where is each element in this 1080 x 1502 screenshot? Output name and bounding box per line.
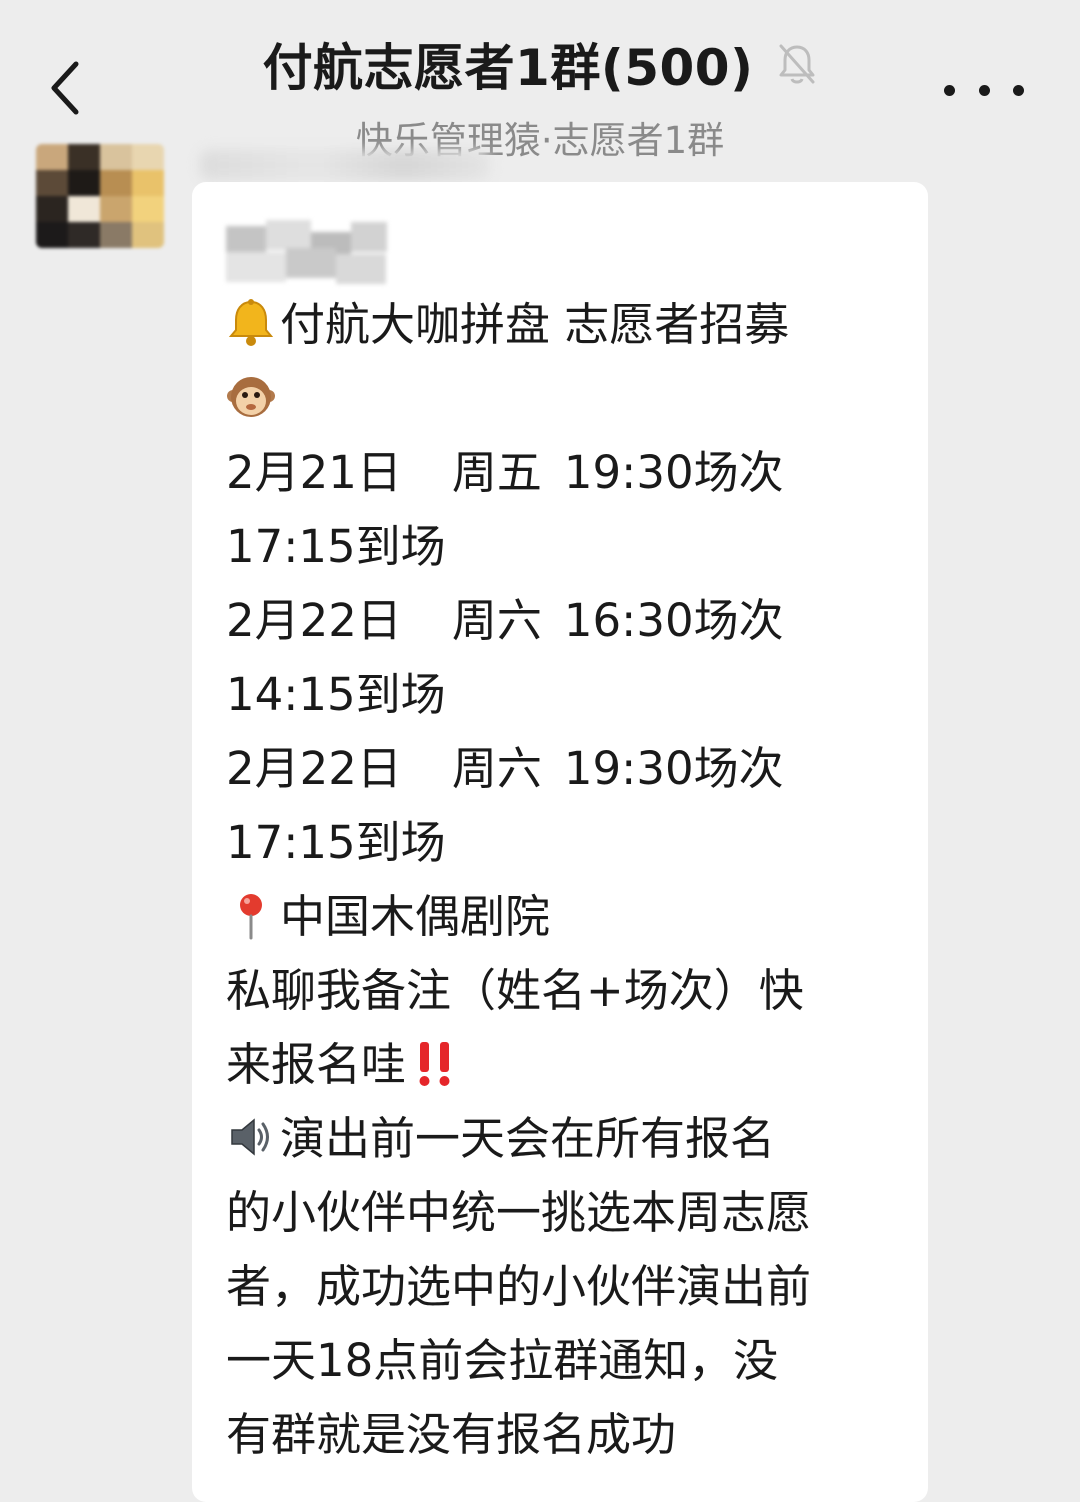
notice-line: 演出前一天会在所有报名 — [226, 1102, 906, 1176]
notice-line: 有群就是没有报名成功 — [226, 1408, 677, 1461]
monkey-line — [226, 362, 906, 436]
more-dot-icon — [1013, 84, 1024, 96]
message-bubble[interactable]: 付航大咖拼盘 志愿者招募 2月21日 周五 19:30场次 17:15到场 2月22… — [192, 182, 928, 1502]
chat-header: 付航志愿者1群(500) 快乐管理猿·志愿者1群 — [0, 0, 1080, 162]
session-show-time: 19:30场次 — [563, 446, 784, 499]
message-content: 付航大咖拼盘 志愿者招募 2月21日 周五 19:30场次 17:15到场 2月22… — [226, 212, 906, 1472]
notice-text: 演出前一天会在所有报名 — [280, 1112, 776, 1165]
headline-line: 付航大咖拼盘 志愿者招募 — [226, 288, 906, 362]
more-dot-icon — [978, 84, 990, 96]
double-exclamation-icon — [419, 1042, 450, 1086]
session-arrive: 17:15到场 — [226, 520, 446, 573]
signup-line: 来报名哇 — [226, 1028, 906, 1102]
signup-text: 来报名哇 — [226, 1038, 407, 1091]
session-row: 2月21日 周五 19:30场次 — [226, 436, 906, 510]
venue-line: 中国木偶剧院 — [226, 880, 906, 954]
session-row: 2月22日 周六 16:30场次 — [226, 584, 906, 658]
headline-text: 付航大咖拼盘 志愿者招募 — [280, 298, 790, 351]
session-arrive: 17:15到场 — [226, 816, 446, 869]
speaker-icon — [231, 1118, 269, 1156]
session-show-time: 16:30场次 — [563, 594, 784, 647]
session-weekday: 周六 — [451, 742, 542, 795]
sender-avatar[interactable] — [36, 144, 164, 248]
session-date: 2月22日 — [226, 742, 402, 795]
notice-line: 一天18点前会拉群通知，没 — [226, 1334, 779, 1387]
redacted-text — [226, 212, 391, 284]
more-options-button[interactable] — [944, 70, 1024, 110]
monkey-face-icon — [227, 377, 275, 417]
more-dot-icon — [944, 84, 955, 96]
session-show-time: 19:30场次 — [563, 742, 784, 795]
bell-off-icon — [779, 44, 815, 84]
session-arrive: 14:15到场 — [226, 668, 446, 721]
session-weekday: 周五 — [451, 446, 542, 499]
bell-icon — [228, 299, 274, 346]
sender-nickname-redacted — [200, 150, 490, 180]
chat-title: 付航志愿者1群(500) — [262, 39, 754, 97]
location-pin-icon — [240, 894, 262, 940]
session-row: 2月22日 周六 19:30场次 — [226, 732, 906, 806]
session-weekday: 周六 — [451, 594, 542, 647]
notice-line: 者，成功选中的小伙伴演出前 — [226, 1260, 812, 1313]
venue-text: 中国木偶剧院 — [280, 890, 551, 943]
session-date: 2月22日 — [226, 594, 402, 647]
signup-line: 私聊我备注（姓名+场次）快 — [226, 964, 804, 1017]
session-date: 2月21日 — [226, 446, 402, 499]
notice-line: 的小伙伴中统一挑选本周志愿 — [226, 1186, 812, 1239]
